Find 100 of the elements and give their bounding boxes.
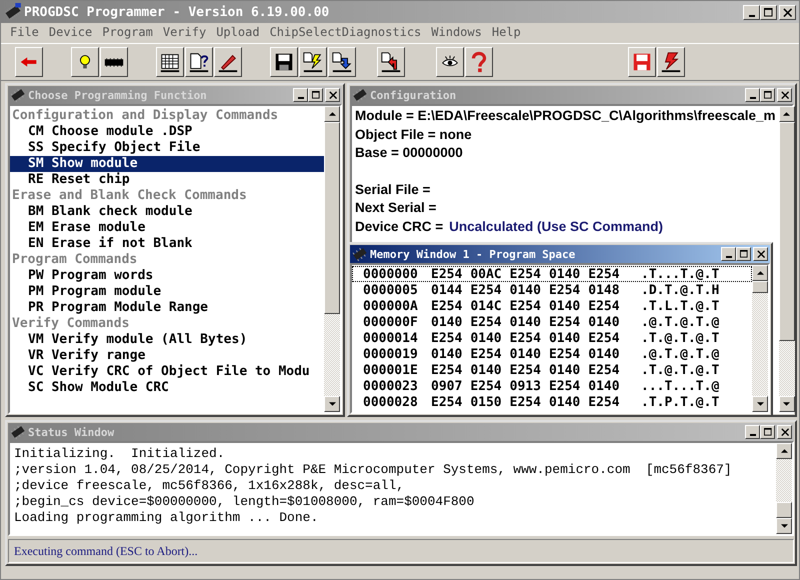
hex-word: E254: [510, 362, 541, 378]
minimize-button[interactable]: [721, 247, 736, 261]
eye-button[interactable]: [436, 47, 464, 77]
scroll-down-button[interactable]: [778, 396, 795, 412]
scroll-down-button[interactable]: [752, 396, 768, 412]
hex-word: 0140: [588, 378, 620, 394]
menu-item[interactable]: ChipSelectDiagnostics: [264, 25, 426, 39]
command-item[interactable]: CM Choose module .DSP: [10, 124, 324, 140]
maximize-button[interactable]: [308, 88, 323, 102]
ascii-text: .D.T.@.T.H: [641, 282, 720, 298]
memory-row[interactable]: 000000F 0140 E254 0140 E254 0140 .@.T.@.T.@: [352, 314, 752, 330]
scroll-up-button[interactable]: [776, 443, 792, 459]
document-return-button[interactable]: [377, 47, 405, 77]
menu-item[interactable]: Help: [486, 25, 526, 39]
scroll-thumb[interactable]: [324, 122, 340, 314]
maximize-button[interactable]: [760, 88, 775, 102]
category-header[interactable]: Program Commands: [10, 252, 324, 268]
memory-row[interactable]: 0000019 0140 E254 0140 E254 0140 .@.T.@.T.@: [352, 346, 752, 362]
scroll-thumb[interactable]: [752, 281, 768, 293]
minimize-button[interactable]: [743, 4, 760, 20]
ascii-text: ...T...T.@: [641, 378, 720, 394]
command-item[interactable]: PR Program Module Range: [10, 300, 324, 316]
document-arrow-button[interactable]: [328, 47, 356, 77]
lightbulb-button[interactable]: [71, 47, 99, 77]
scroll-up-button[interactable]: [778, 106, 795, 122]
close-button[interactable]: [777, 425, 792, 439]
category-header[interactable]: Verify Commands: [10, 316, 324, 332]
maximize-button[interactable]: [760, 4, 777, 20]
hex-word: E254: [470, 314, 502, 330]
hex-word: 0140: [431, 314, 462, 330]
command-item[interactable]: VM Verify module (All Bytes): [10, 332, 324, 348]
command-item[interactable]: EN Erase if not Blank: [10, 236, 324, 252]
minimize-button[interactable]: [745, 88, 760, 102]
close-button[interactable]: [325, 88, 340, 102]
scroll-up-button[interactable]: [324, 106, 340, 122]
memory-row[interactable]: 0000000 E254 00AC E254 0140 E254 .T...T.@.T: [352, 266, 752, 282]
ascii-text: .T...T.@.T: [641, 266, 720, 282]
command-item[interactable]: SS Specify Object File: [10, 140, 324, 156]
help-button[interactable]: [465, 47, 493, 77]
floppy-disk-button[interactable]: [628, 47, 656, 77]
memory-row[interactable]: 000000A E254 014C E254 0140 E254 .T.L.T.@.T: [352, 298, 752, 314]
category-header[interactable]: Configuration and Display Commands: [10, 108, 324, 124]
category-header[interactable]: Erase and Blank Check Commands: [10, 188, 324, 204]
chip-icon: [352, 246, 368, 262]
minimize-button[interactable]: [293, 88, 308, 102]
hex-word: E254: [470, 282, 502, 298]
close-icon: [780, 428, 788, 436]
menu-item[interactable]: Device: [44, 25, 98, 39]
command-item[interactable]: PW Program words: [10, 268, 324, 284]
document-question-icon: [188, 51, 210, 73]
menu-item[interactable]: File: [5, 25, 44, 39]
close-button[interactable]: [777, 88, 792, 102]
chip-button[interactable]: [100, 47, 128, 77]
close-button[interactable]: [753, 247, 768, 261]
arrow-left-button[interactable]: [15, 47, 43, 77]
pencil-button[interactable]: [214, 47, 242, 77]
menu-item[interactable]: Windows: [426, 25, 487, 39]
command-item[interactable]: SM Show module: [10, 156, 324, 172]
document-question-button[interactable]: [185, 47, 213, 77]
menu-item[interactable]: Upload: [211, 25, 265, 39]
scroll-up-button[interactable]: [752, 265, 768, 281]
lightning-button[interactable]: [657, 47, 685, 77]
memory-row[interactable]: 000001E E254 0140 E254 0140 E254 .T.@.T.@.T: [352, 362, 752, 378]
command-item[interactable]: VR Verify range: [10, 348, 324, 364]
document-lightning-button[interactable]: [299, 47, 327, 77]
menu-item[interactable]: Verify: [158, 25, 212, 39]
floppy-disk-button[interactable]: [270, 47, 298, 77]
scroll-thumb[interactable]: [778, 122, 795, 342]
command-item[interactable]: SC Show Module CRC: [10, 380, 324, 396]
memory-row[interactable]: 0000014 E254 0140 E254 0140 E254 .T.@.T.@.T: [352, 330, 752, 346]
ascii-text: .T.@.T.@.T: [641, 362, 720, 378]
chip-icon: [10, 424, 26, 440]
command-item[interactable]: EM Erase module: [10, 220, 324, 236]
command-item[interactable]: VC Verify CRC of Object File to Modu: [10, 364, 324, 380]
minimize-button[interactable]: [745, 425, 760, 439]
maximize-button[interactable]: [736, 247, 751, 261]
close-button[interactable]: [779, 4, 796, 20]
command-item[interactable]: RE Reset chip: [10, 172, 324, 188]
command-item[interactable]: PM Program module: [10, 284, 324, 300]
hex-word: 0140: [510, 314, 541, 330]
scroll-down-button[interactable]: [324, 396, 340, 412]
memory-row[interactable]: 0000028 E254 0150 E254 0140 E254 .T.P.T.@.T: [352, 394, 752, 410]
minimize-icon: [748, 14, 754, 16]
window-title: Configuration: [370, 88, 456, 102]
memory-row[interactable]: 0000023 0907 E254 0913 E254 0140 ...T...T.@: [352, 378, 752, 394]
table-button[interactable]: [156, 47, 184, 77]
hex-word: 0140: [548, 266, 580, 282]
address-text: 0000023: [363, 378, 419, 394]
close-icon: [328, 91, 336, 99]
memory-row[interactable]: 0000005 0144 E254 0140 E254 0148 .D.T.@.T.H: [352, 282, 752, 298]
maximize-icon: [764, 91, 772, 99]
maximize-button[interactable]: [760, 425, 775, 439]
scroll-thumb[interactable]: [776, 502, 792, 518]
close-icon: [783, 8, 792, 16]
menu-item[interactable]: Program: [97, 25, 158, 39]
scroll-down-button[interactable]: [776, 518, 792, 534]
hex-word: 0140: [588, 314, 620, 330]
command-item[interactable]: BM Blank check module: [10, 204, 324, 220]
address-text: 0000005: [363, 282, 419, 298]
hex-word: E254: [588, 394, 620, 410]
